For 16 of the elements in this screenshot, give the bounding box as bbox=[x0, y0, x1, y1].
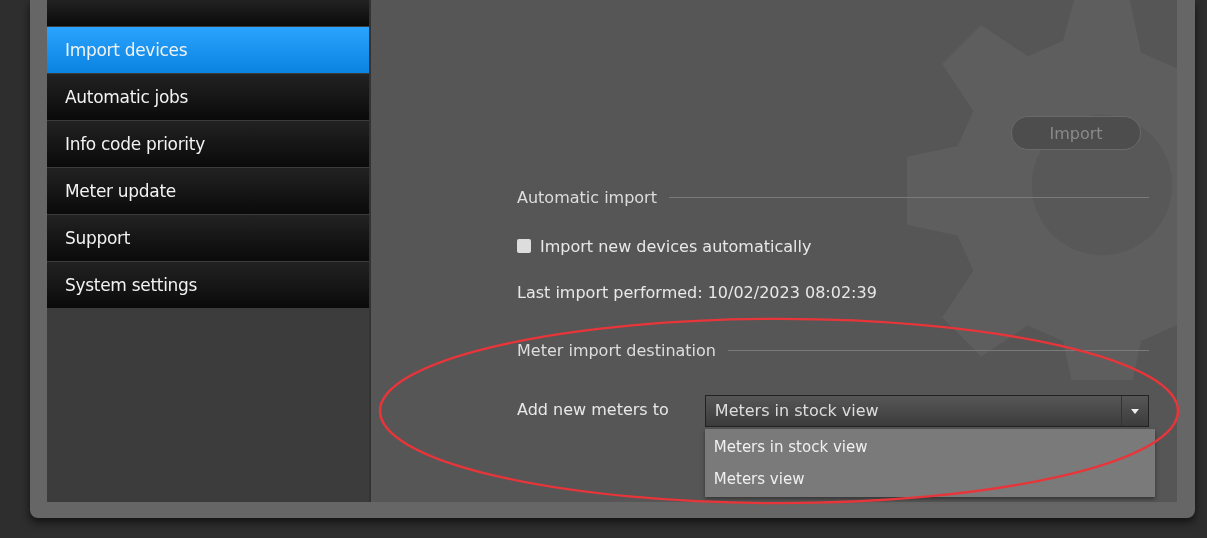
dropdown[interactable]: Meters in stock view bbox=[704, 395, 1149, 427]
checkbox[interactable] bbox=[517, 239, 531, 253]
last-import-text: Last import performed: 10/02/2023 08:02:39 bbox=[517, 283, 878, 304]
section-heading: Meter import destination bbox=[517, 340, 716, 360]
sidebar-item[interactable]: System settings bbox=[47, 262, 369, 308]
section-heading: Automatic import bbox=[517, 187, 657, 207]
field-label: Add new meters to bbox=[517, 399, 669, 421]
dropdown-option[interactable]: Meters view bbox=[704, 463, 1155, 495]
sidebar-item[interactable]: Support bbox=[47, 215, 369, 261]
dropdown-option[interactable]: Meters in stock view bbox=[704, 431, 1155, 463]
sidebar-item[interactable]: Meter update bbox=[47, 168, 369, 214]
sidebar-item[interactable] bbox=[47, 0, 369, 26]
caret-icon bbox=[1131, 408, 1139, 414]
checkbox-label: Import new devices automatically bbox=[540, 236, 812, 256]
sidebar-item[interactable]: Info code priority bbox=[47, 121, 369, 167]
sidebar-item[interactable]: Automatic jobs bbox=[47, 74, 369, 120]
